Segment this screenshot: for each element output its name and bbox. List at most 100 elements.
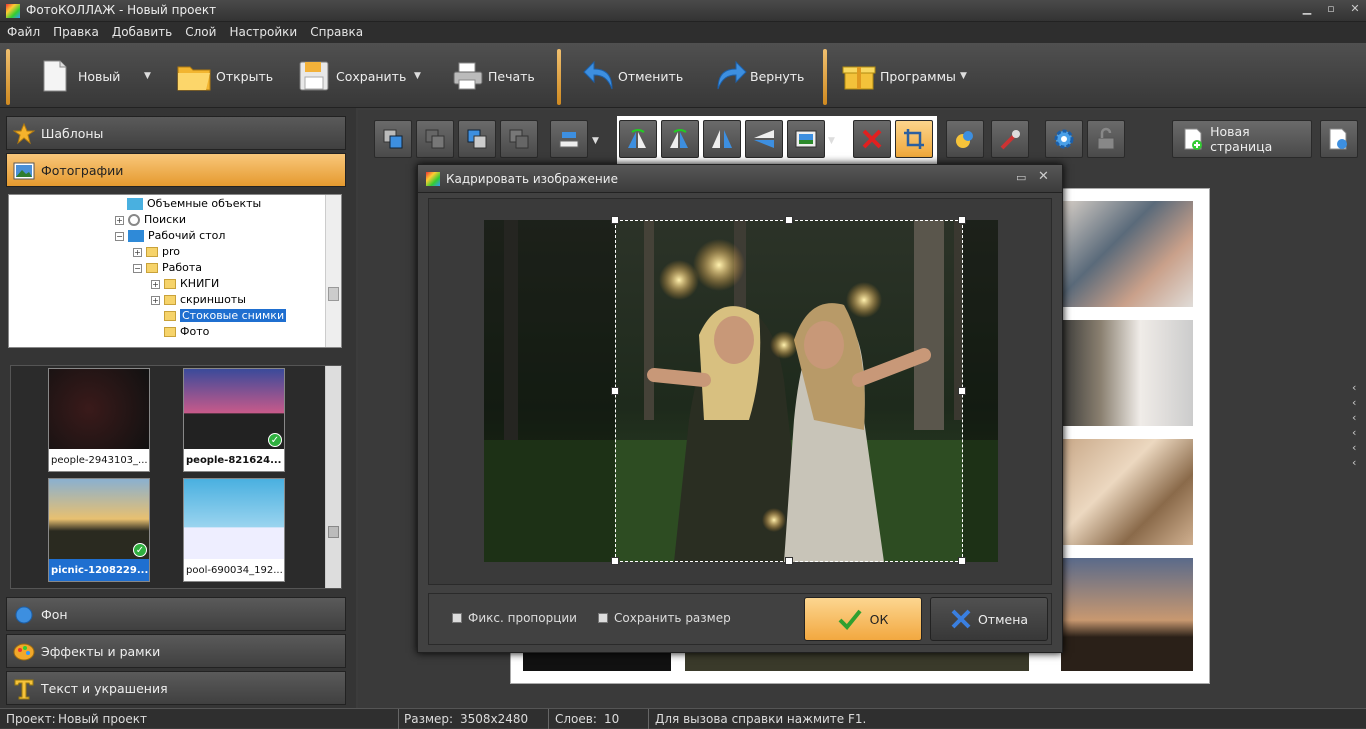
close-icon[interactable]: ✕ — [1344, 2, 1366, 18]
status-project-value: Новый проект — [58, 712, 147, 726]
tree-item-selected[interactable]: Стоковые снимки — [164, 309, 287, 325]
programs-dropdown-icon[interactable]: ▼ — [960, 71, 967, 81]
checkmark-icon — [838, 609, 862, 630]
side-collapse-arrows[interactable]: ‹ ‹ ‹ ‹ ‹ ‹ — [1352, 380, 1362, 470]
app-logo-icon — [6, 4, 20, 18]
expand-icon[interactable]: + — [115, 215, 124, 225]
crop-handle[interactable] — [958, 557, 966, 565]
tree-item[interactable]: + pro — [133, 245, 180, 261]
tree-item[interactable]: − Работа — [133, 261, 202, 277]
frame-dropdown-icon[interactable]: ▼ — [828, 136, 835, 146]
menu-layer[interactable]: Слой — [178, 22, 222, 39]
page-settings-button[interactable] — [1320, 120, 1358, 158]
collage-photo[interactable] — [1061, 320, 1193, 426]
collage-photo[interactable] — [1061, 439, 1193, 545]
toolbar-divider — [557, 49, 561, 105]
delete-button[interactable] — [853, 120, 891, 158]
undo-button[interactable]: Отменить — [582, 53, 683, 99]
fix-proportions-checkbox[interactable]: Фикс. пропорции — [452, 611, 577, 625]
new-page-button[interactable]: Новая страница — [1172, 120, 1312, 158]
tree-item[interactable]: + Поиски — [115, 213, 186, 229]
align-dropdown-icon[interactable]: ▼ — [592, 136, 599, 146]
maximize-icon[interactable]: ▫ — [1320, 2, 1342, 18]
print-button[interactable]: Печать — [452, 53, 535, 99]
thumbnail[interactable]: people-2943103_... — [48, 368, 150, 472]
frame-button[interactable] — [787, 120, 825, 158]
tree-scrollbar[interactable] — [325, 195, 341, 347]
rotate-right-button[interactable] — [661, 120, 699, 158]
menu-add[interactable]: Добавить — [105, 22, 178, 39]
collapse-icon[interactable]: − — [133, 263, 142, 273]
expand-icon[interactable]: + — [133, 247, 142, 257]
dialog-close-icon[interactable]: ✕ — [1038, 169, 1049, 184]
thumbnail-selected[interactable]: ✓ picnic-1208229... — [48, 478, 150, 582]
collage-photo[interactable] — [685, 651, 1029, 671]
effects-section[interactable]: Эффекты и рамки — [6, 634, 346, 668]
ok-button[interactable]: ОК — [804, 597, 922, 641]
settings-button[interactable] — [1045, 120, 1083, 158]
crop-handle[interactable] — [785, 216, 793, 224]
align-button[interactable] — [550, 120, 588, 158]
new-button[interactable]: Новый — [40, 53, 120, 99]
collage-photo[interactable] — [1061, 558, 1193, 671]
bring-forward-button[interactable] — [416, 120, 454, 158]
cancel-button[interactable]: Отмена — [930, 597, 1048, 641]
tree-item[interactable]: Фото — [164, 325, 209, 341]
crop-handle[interactable] — [611, 557, 619, 565]
collage-photo[interactable] — [523, 651, 671, 671]
thumbnail[interactable]: ✓ people-821624... — [183, 368, 285, 472]
desktop-icon — [128, 230, 144, 242]
cube-icon — [127, 198, 143, 210]
redo-button[interactable]: Вернуть — [714, 53, 804, 99]
keep-size-checkbox[interactable]: Сохранить размер — [598, 611, 731, 625]
send-backward-button[interactable] — [458, 120, 496, 158]
open-button[interactable]: Открыть — [176, 53, 273, 99]
collage-photo[interactable] — [1061, 201, 1193, 307]
photos-section[interactable]: Фотографии — [6, 153, 346, 187]
gallery-scrollbar[interactable] — [325, 366, 341, 588]
checkbox-box[interactable] — [452, 613, 462, 623]
crop-rectangle[interactable] — [615, 220, 963, 562]
dialog-maximize-icon[interactable]: ▭ — [1016, 171, 1026, 184]
lock-button[interactable] — [1087, 120, 1125, 158]
thumbnail[interactable]: pool-690034_192... — [183, 478, 285, 582]
crop-handle[interactable] — [958, 216, 966, 224]
background-section[interactable]: Фон — [6, 597, 346, 631]
save-button[interactable]: Сохранить — [298, 53, 406, 99]
send-back-button[interactable] — [500, 120, 538, 158]
crop-handle[interactable] — [611, 216, 619, 224]
color-button[interactable] — [946, 120, 984, 158]
programs-button[interactable]: Программы — [842, 53, 956, 99]
tree-item[interactable]: + скриншоты — [151, 293, 246, 309]
crop-button[interactable] — [895, 120, 933, 158]
new-dropdown-icon[interactable]: ▼ — [144, 71, 151, 81]
tree-item[interactable]: + КНИГИ — [151, 277, 219, 293]
expand-icon[interactable]: + — [151, 279, 160, 289]
app-logo-icon — [426, 172, 440, 186]
printer-icon — [453, 62, 483, 90]
eyedropper-button[interactable] — [991, 120, 1029, 158]
save-dropdown-icon[interactable]: ▼ — [414, 71, 421, 81]
bring-front-button[interactable] — [374, 120, 412, 158]
crop-handle[interactable] — [958, 387, 966, 395]
menu-help[interactable]: Справка — [303, 22, 369, 39]
crop-handle[interactable] — [611, 387, 619, 395]
templates-section[interactable]: Шаблоны — [6, 116, 346, 150]
minimize-icon[interactable]: ▁ — [1296, 2, 1318, 18]
tree-item[interactable]: − Рабочий стол — [115, 229, 225, 245]
flip-vertical-button[interactable] — [745, 120, 783, 158]
flip-horizontal-button[interactable] — [703, 120, 741, 158]
collapse-icon[interactable]: − — [115, 231, 124, 241]
crop-handle[interactable] — [785, 557, 793, 565]
menu-settings[interactable]: Настройки — [222, 22, 303, 39]
text-section[interactable]: Текст и украшения — [6, 671, 346, 705]
undo-arrow-icon — [583, 60, 613, 90]
menu-file[interactable]: Файл — [0, 22, 46, 39]
expand-icon[interactable]: + — [151, 295, 160, 305]
rotate-left-button[interactable] — [619, 120, 657, 158]
checkbox-box[interactable] — [598, 613, 608, 623]
frame-icon — [795, 130, 817, 148]
menu-edit[interactable]: Правка — [46, 22, 105, 39]
gift-box-icon — [842, 66, 876, 90]
tree-item[interactable]: Объемные объекты — [127, 197, 261, 213]
